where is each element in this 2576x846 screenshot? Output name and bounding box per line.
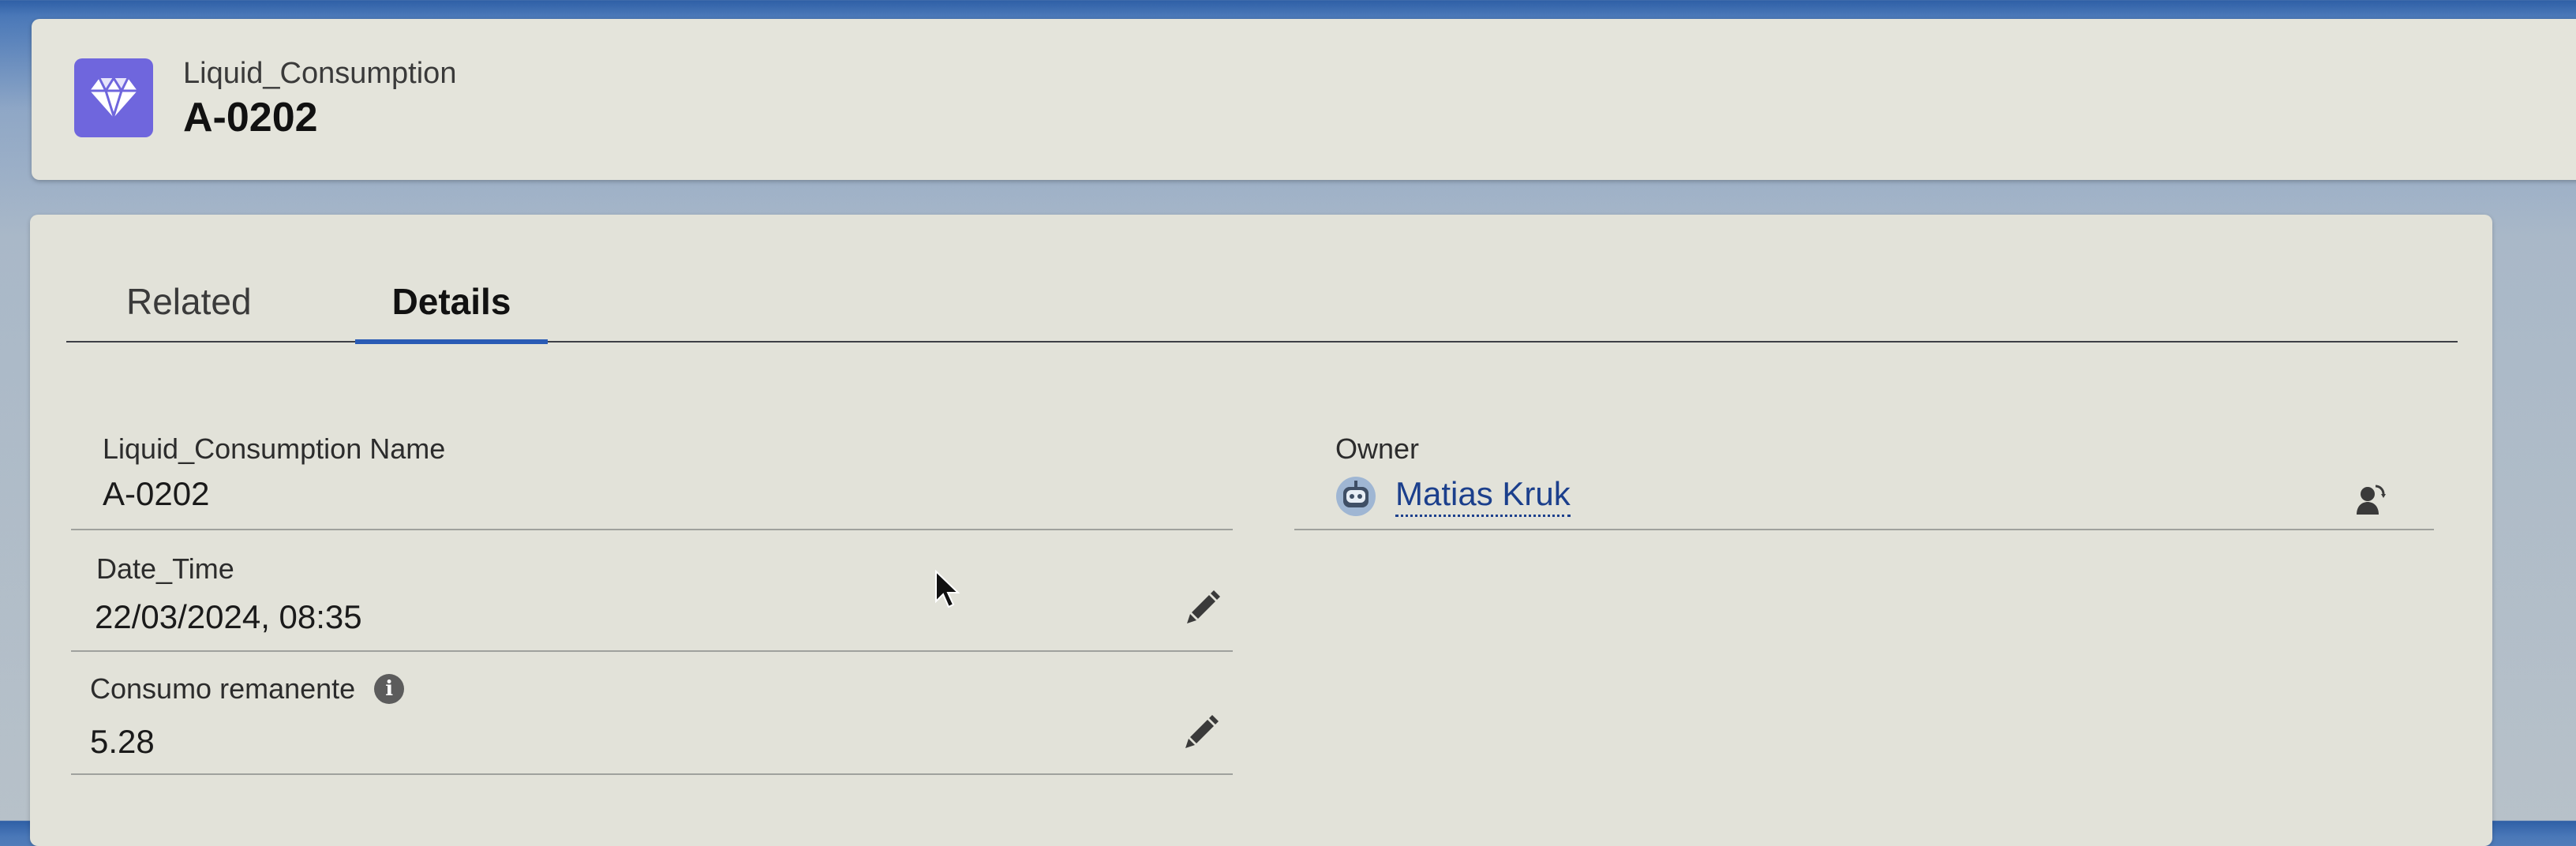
pencil-edit-icon[interactable] <box>1185 587 1222 623</box>
field-consumo-label: Consumo remanente i <box>90 672 405 706</box>
field-consumo: Consumo remanente i 5.28 <box>71 652 1233 775</box>
field-date-time: Date_Time 22/03/2024, 08:35 <box>71 530 1233 652</box>
record-title: A-0202 <box>183 95 318 140</box>
field-consumo-value: 5.28 <box>90 723 155 760</box>
robot-avatar-icon <box>1335 476 1376 517</box>
owner-link[interactable]: Matias Kruk <box>1395 475 1571 517</box>
field-date-time-value: 22/03/2024, 08:35 <box>95 598 362 635</box>
field-owner: Owner Matias Kruk <box>1294 401 2434 530</box>
record-header: Liquid_Consumption A-0202 <box>32 19 2576 180</box>
field-owner-value: Matias Kruk <box>1335 475 1571 517</box>
field-name: Liquid_Consumption Name A-0202 <box>71 401 1233 530</box>
field-date-time-label: Date_Time <box>96 552 234 585</box>
field-owner-label: Owner <box>1335 432 1420 465</box>
pencil-edit-icon[interactable] <box>1184 712 1220 748</box>
field-name-label: Liquid_Consumption Name <box>103 432 446 465</box>
tab-bar: Related Details <box>66 262 2458 344</box>
change-owner-icon[interactable] <box>2355 481 2387 516</box>
tab-related-label: Related <box>126 281 252 322</box>
active-tab-indicator <box>355 339 548 344</box>
object-type-label: Liquid_Consumption <box>183 57 457 90</box>
field-consumo-label-text: Consumo remanente <box>90 672 356 705</box>
record-detail-card: Related Details Liquid_Consumption Name … <box>30 215 2492 846</box>
diamond-icon <box>74 58 153 137</box>
tab-related[interactable]: Related <box>126 262 252 341</box>
info-icon[interactable]: i <box>374 674 405 704</box>
mouse-cursor-icon <box>934 569 961 609</box>
tab-details-label: Details <box>391 281 511 322</box>
tab-details[interactable]: Details <box>355 262 548 344</box>
field-name-value: A-0202 <box>103 475 210 512</box>
